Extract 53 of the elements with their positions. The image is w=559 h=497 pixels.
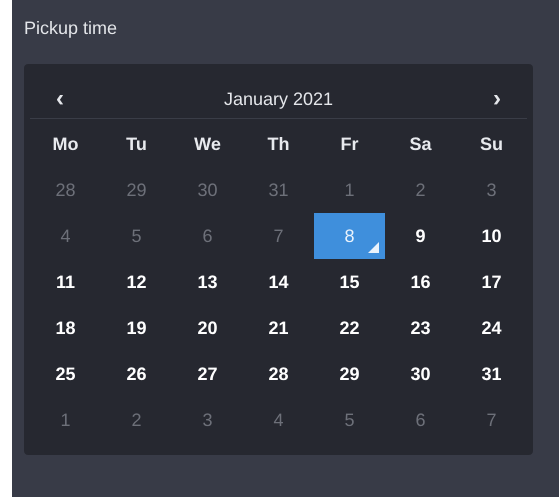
weekday-label: We (194, 132, 221, 156)
day-cell: 2 (385, 167, 456, 213)
weekday-label: Sa (409, 132, 432, 156)
day-cell[interactable]: 30 (385, 351, 456, 397)
day-cell: 4 (30, 213, 101, 259)
day-cell[interactable]: 15 (314, 259, 385, 305)
day-cell[interactable]: 24 (456, 305, 527, 351)
day-cell[interactable]: 28 (243, 351, 314, 397)
day-cell[interactable]: 27 (172, 351, 243, 397)
day-cell: 1 (314, 167, 385, 213)
weekday-label: Th (268, 132, 290, 156)
weekday-label: Tu (126, 132, 147, 156)
weekday-label: Fr (340, 132, 358, 156)
day-cell[interactable]: 12 (101, 259, 172, 305)
day-cell: 7 (456, 397, 527, 443)
day-cell[interactable]: 26 (101, 351, 172, 397)
day-cell: 4 (243, 397, 314, 443)
day-cell: 6 (385, 397, 456, 443)
day-cell: 31 (243, 167, 314, 213)
day-cell[interactable]: 16 (385, 259, 456, 305)
day-cell: 3 (456, 167, 527, 213)
day-cell[interactable]: 10 (456, 213, 527, 259)
day-cell[interactable]: 25 (30, 351, 101, 397)
day-cell: 5 (101, 213, 172, 259)
day-cell: 2 (101, 397, 172, 443)
weekday-label: Su (480, 132, 503, 156)
day-cell: 5 (314, 397, 385, 443)
day-cell: 29 (101, 167, 172, 213)
day-cell: 1 (30, 397, 101, 443)
day-cell[interactable]: 23 (385, 305, 456, 351)
day-cell[interactable]: 18 (30, 305, 101, 351)
day-cell[interactable]: 31 (456, 351, 527, 397)
day-cell[interactable]: 13 (172, 259, 243, 305)
weekday-label: Mo (52, 132, 78, 156)
corner-triangle-icon (368, 242, 379, 253)
day-cell[interactable]: 9 (385, 213, 456, 259)
day-cell: 3 (172, 397, 243, 443)
field-label: Pickup time (24, 17, 118, 40)
month-title: January 2021 (224, 88, 334, 111)
previous-month-button[interactable]: ‹ (30, 83, 90, 115)
day-cell[interactable]: 20 (172, 305, 243, 351)
day-cell: 30 (172, 167, 243, 213)
day-cell[interactable]: 11 (30, 259, 101, 305)
day-cell[interactable]: 21 (243, 305, 314, 351)
day-cell: 7 (243, 213, 314, 259)
day-cell: 6 (172, 213, 243, 259)
day-cell[interactable]: 29 (314, 351, 385, 397)
day-cell[interactable]: 19 (101, 305, 172, 351)
day-cell[interactable]: 14 (243, 259, 314, 305)
next-month-button[interactable]: › (467, 83, 527, 115)
day-cell[interactable]: 17 (456, 259, 527, 305)
day-cell[interactable]: 22 (314, 305, 385, 351)
day-cell: 28 (30, 167, 101, 213)
